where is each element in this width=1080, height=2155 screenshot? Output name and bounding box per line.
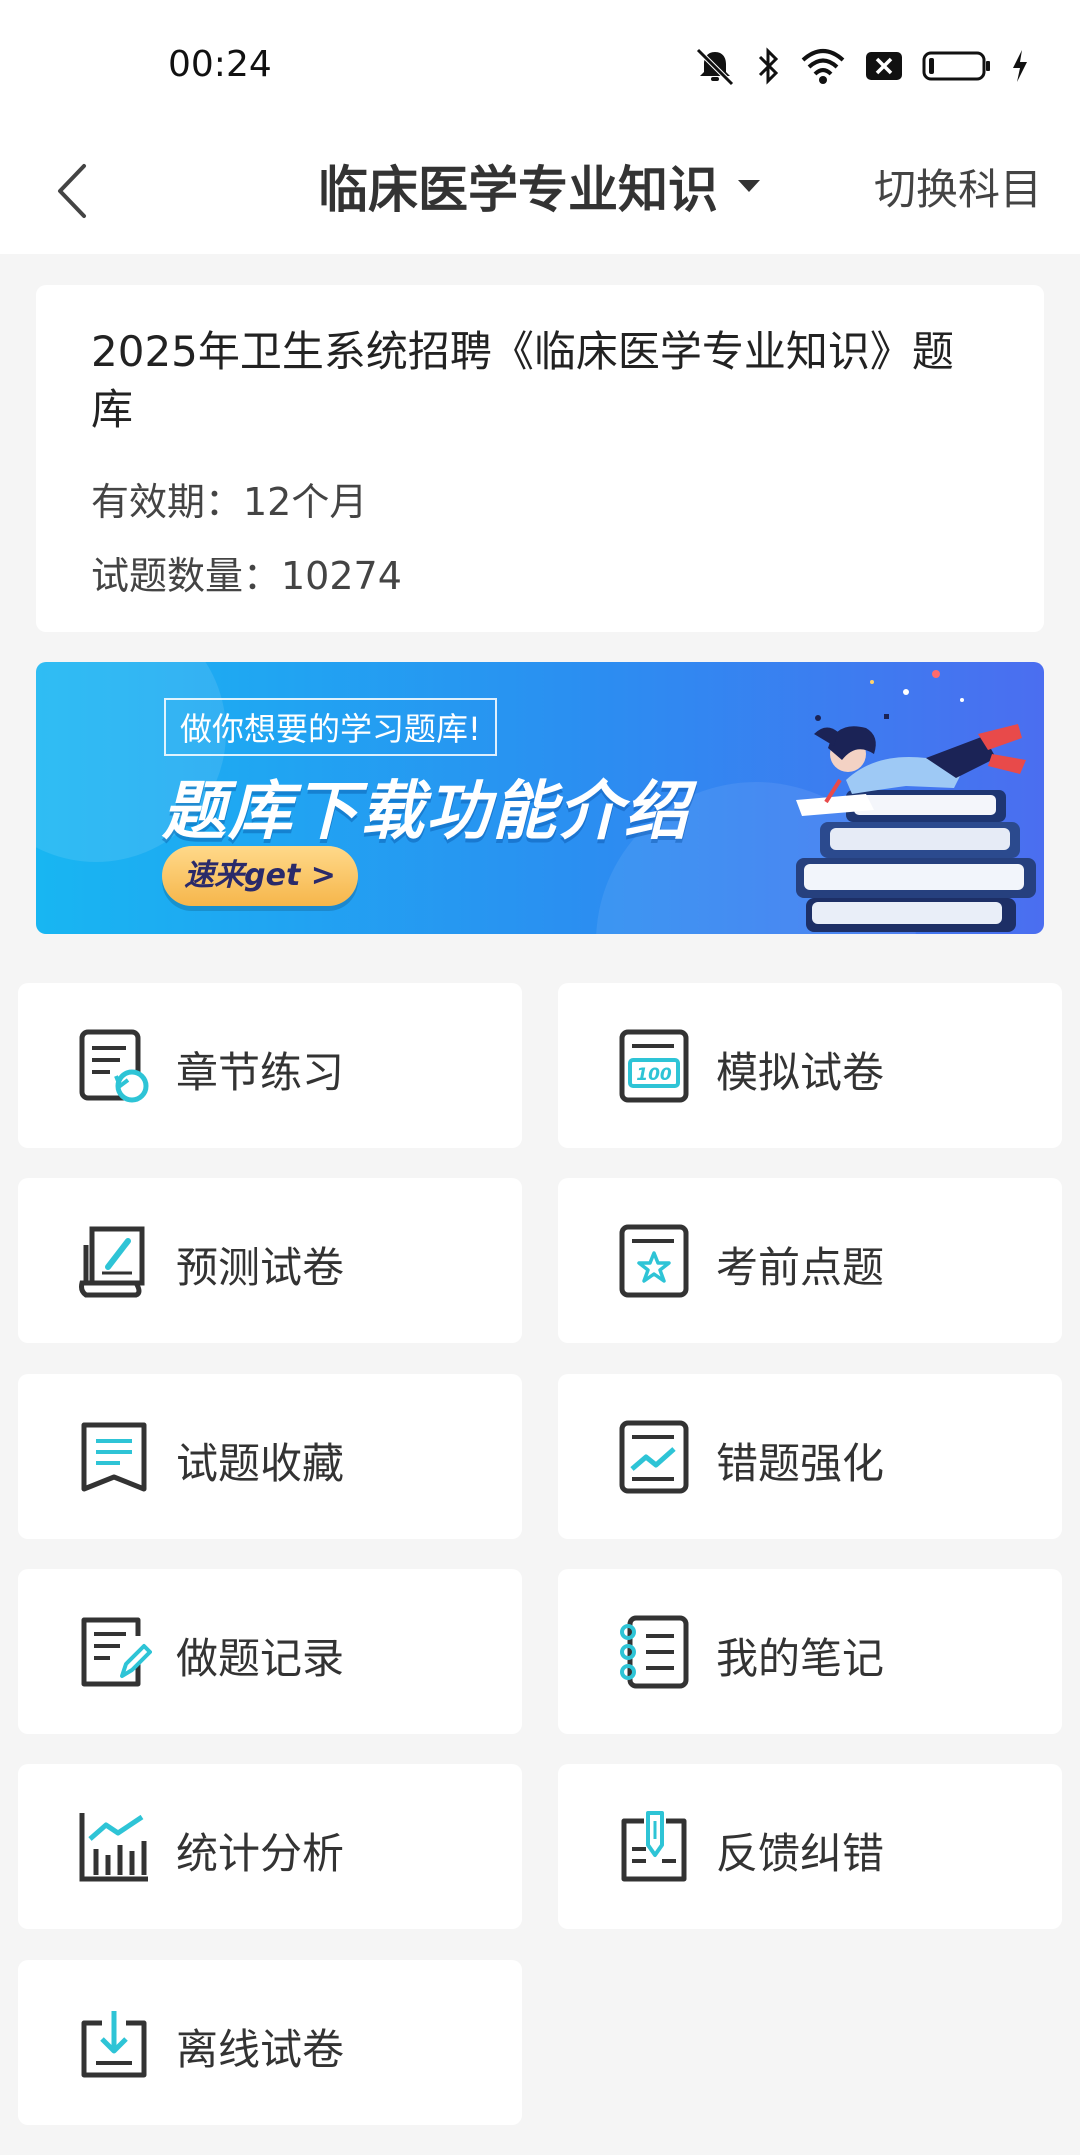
key-points-icon — [619, 1224, 689, 1298]
practice-record-icon — [81, 1617, 152, 1687]
status-icons — [692, 46, 1030, 86]
charging-icon — [1010, 46, 1030, 86]
feature-label: 试题收藏 — [176, 1439, 345, 1488]
predict-exam-icon — [79, 1226, 145, 1298]
wifi-icon — [800, 46, 846, 86]
caret-down-icon — [738, 180, 760, 192]
status-bar: 00:24 — [0, 0, 1080, 130]
feature-predict-exam[interactable]: 预测试卷 — [18, 1178, 522, 1343]
page-title: 临床医学专业知识 — [318, 161, 718, 219]
feature-label: 反馈纠错 — [716, 1829, 885, 1878]
banner-cta-button[interactable]: 速来get > — [162, 846, 358, 906]
reading-girl-illustration-icon — [796, 670, 1036, 932]
feature-offline-download[interactable]: 离线试卷 — [18, 1960, 522, 2125]
feature-key-points[interactable]: 考前点题 — [558, 1178, 1062, 1343]
feature-mock-exam[interactable]: 100 模拟试卷 — [558, 983, 1062, 1148]
feedback-icon — [621, 1811, 687, 1882]
feature-practice-record[interactable]: 做题记录 — [18, 1569, 522, 1734]
feature-label: 我的笔记 — [716, 1634, 885, 1683]
feature-label: 统计分析 — [176, 1829, 345, 1878]
mock-exam-icon: 100 — [619, 1029, 689, 1103]
switch-subject-button[interactable]: 切换科目 — [874, 156, 1042, 217]
bookmark-icon — [81, 1422, 147, 1492]
mute-icon — [692, 46, 738, 86]
feature-label: 模拟试卷 — [716, 1048, 885, 1097]
banner-headline: 题库下载功能介绍 — [162, 775, 690, 849]
mistake-review-icon — [619, 1420, 689, 1494]
validity-period: 有效期：12个月 — [91, 480, 368, 524]
back-button[interactable] — [44, 156, 114, 226]
offline-download-icon — [81, 2011, 147, 2078]
feature-statistics[interactable]: 统计分析 — [18, 1764, 522, 1929]
feature-mistake-review[interactable]: 错题强化 — [558, 1374, 1062, 1539]
nav-bar: 临床医学专业知识 切换科目 — [0, 130, 1080, 254]
feature-label: 做题记录 — [176, 1634, 345, 1683]
banner-subtitle: 做你想要的学习题库! — [164, 698, 497, 756]
bluetooth-icon — [756, 46, 782, 86]
feature-label: 章节练习 — [176, 1048, 345, 1097]
svg-text:100: 100 — [636, 1065, 672, 1085]
feature-label: 错题强化 — [716, 1439, 885, 1488]
subject-selector[interactable]: 临床医学专业知识 — [318, 150, 762, 222]
question-bank-title: 2025年卫生系统招聘《临床医学专业知识》题库 — [91, 327, 954, 434]
feature-label: 离线试卷 — [176, 2025, 345, 2074]
promo-banner[interactable]: 做你想要的学习题库! 题库下载功能介绍 速来get > — [36, 662, 1044, 934]
feature-feedback[interactable]: 反馈纠错 — [558, 1764, 1062, 1929]
feature-bookmark[interactable]: 试题收藏 — [18, 1374, 522, 1539]
battery-icon — [922, 46, 992, 86]
chevron-left-icon — [58, 164, 86, 218]
notes-icon — [620, 1615, 689, 1689]
feature-label: 考前点题 — [716, 1243, 885, 1292]
sim-error-icon — [864, 46, 904, 86]
question-count: 试题数量：10274 — [91, 554, 402, 598]
status-time: 00:24 — [168, 44, 272, 85]
chapter-practice-icon — [79, 1029, 149, 1103]
feature-label: 预测试卷 — [176, 1243, 345, 1292]
feature-chapter-practice[interactable]: 章节练习 — [18, 983, 522, 1148]
feature-notes[interactable]: 我的笔记 — [558, 1569, 1062, 1734]
question-bank-info-card: 2025年卫生系统招聘《临床医学专业知识》题库 有效期：12个月 试题数量：10… — [36, 285, 1044, 632]
statistics-icon — [79, 1813, 148, 1882]
